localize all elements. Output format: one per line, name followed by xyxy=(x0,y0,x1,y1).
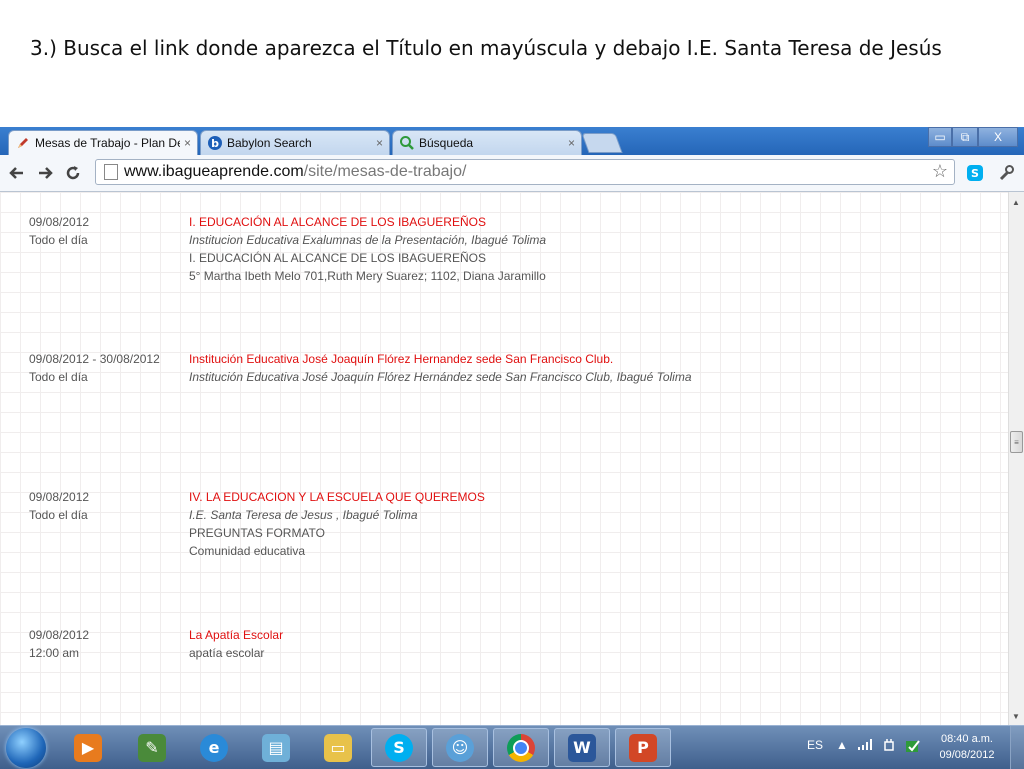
taskbar-app-skype[interactable]: S xyxy=(371,728,427,767)
svg-text:b: b xyxy=(211,137,219,150)
close-icon[interactable]: × xyxy=(184,136,191,150)
notepad-icon: ▤ xyxy=(262,733,290,762)
pencil-icon xyxy=(15,135,31,151)
event-title-link[interactable]: La Apatía Escolar xyxy=(189,628,283,646)
vertical-scrollbar[interactable]: ▲ ≡ ▼ xyxy=(1008,192,1024,725)
address-bar[interactable]: www.ibagueaprende.com/site/mesas-de-trab… xyxy=(95,159,955,185)
clock-time: 08:40 a.m. xyxy=(941,733,993,745)
browser-toolbar: www.ibagueaprende.com/site/mesas-de-trab… xyxy=(0,155,1024,192)
new-tab-button[interactable] xyxy=(581,133,623,153)
network-signal-icon[interactable] xyxy=(858,738,874,753)
scroll-down-arrow-icon[interactable]: ▼ xyxy=(1012,712,1020,721)
show-hidden-icons-chevron-icon[interactable]: ▲ xyxy=(836,738,848,752)
scroll-thumb[interactable]: ≡ xyxy=(1010,431,1023,453)
event-detail: Comunidad educativa xyxy=(189,544,306,558)
reload-icon xyxy=(66,166,80,180)
event-location: Institución Educativa José Joaquín Flóre… xyxy=(189,370,692,384)
arrow-right-icon xyxy=(39,167,53,179)
language-indicator[interactable]: ES xyxy=(807,738,823,752)
svg-text:S: S xyxy=(971,167,979,180)
close-icon[interactable]: × xyxy=(568,136,575,150)
skype-extension-icon[interactable]: S xyxy=(965,163,985,183)
event-detail: apatía escolar xyxy=(189,646,265,660)
event-date: 09/08/2012 - 30/08/2012 xyxy=(29,352,160,366)
event-detail: I. EDUCACIÓN AL ALCANCE DE LOS IBAGUEREÑ… xyxy=(189,251,486,265)
internet-explorer-icon: e xyxy=(200,733,228,762)
forward-button[interactable] xyxy=(34,162,56,184)
page-icon xyxy=(104,164,118,180)
tab-busqueda[interactable]: Búsqueda × xyxy=(392,130,582,155)
minimize-button[interactable]: ▭ xyxy=(928,127,952,147)
word-icon: W xyxy=(568,733,596,762)
file-explorer-icon: ▭ xyxy=(324,733,352,762)
event-date: 09/08/2012 xyxy=(29,490,90,504)
tab-label: Babylon Search xyxy=(227,136,312,150)
event-date: 09/08/2012 xyxy=(29,628,90,642)
close-icon[interactable]: × xyxy=(376,136,383,150)
event-detail: 5° Martha Ibeth Melo 701,Ruth Mery Suare… xyxy=(189,269,546,283)
event-location: I.E. Santa Teresa de Jesus , Ibagué Toli… xyxy=(189,508,418,522)
taskbar-app-file-explorer[interactable]: ▭ xyxy=(310,728,366,767)
event-time: Todo el día xyxy=(29,370,88,384)
scroll-up-arrow-icon[interactable]: ▲ xyxy=(1012,198,1020,207)
tab-label: Búsqueda xyxy=(419,136,474,150)
windows-media-player-icon: ▶ xyxy=(74,733,102,762)
search-icon xyxy=(399,135,415,151)
event-detail: PREGUNTAS FORMATO xyxy=(189,526,326,540)
bookmark-star-icon[interactable]: ☆ xyxy=(932,161,948,182)
event-date: 09/08/2012 xyxy=(29,215,90,229)
taskbar-app-internet-explorer[interactable]: e xyxy=(186,728,242,767)
event-time: Todo el día xyxy=(29,508,88,522)
event-title-link[interactable]: Institución Educativa José Joaquín Flóre… xyxy=(189,352,692,370)
close-window-button[interactable]: X xyxy=(978,127,1018,147)
browser-window: Mesas de Trabajo - Plan De × b Babylon S… xyxy=(0,127,1024,725)
show-desktop-button[interactable] xyxy=(1010,726,1024,769)
messenger-icon: ☺ xyxy=(446,733,474,762)
tab-strip: Mesas de Trabajo - Plan De × b Babylon S… xyxy=(0,127,1024,155)
event-time: Todo el día xyxy=(29,233,88,247)
taskbar-app-notepad[interactable]: ▤ xyxy=(248,728,304,767)
taskbar-app-paint-tool[interactable]: ✎ xyxy=(124,728,180,767)
event-time: 12:00 am xyxy=(29,646,80,660)
taskbar-app-media-player[interactable]: ▶ xyxy=(60,728,116,767)
babylon-icon: b xyxy=(207,135,223,151)
power-plug-icon[interactable] xyxy=(882,738,896,755)
tab-mesas-de-trabajo[interactable]: Mesas de Trabajo - Plan De × xyxy=(8,130,198,155)
taskbar-app-chrome[interactable] xyxy=(493,728,549,767)
slide-instruction: 3.) Busca el link donde aparezca el Títu… xyxy=(30,36,942,60)
system-clock[interactable]: 08:40 a.m. 09/08/2012 xyxy=(926,731,1008,763)
paint-tool-icon: ✎ xyxy=(138,733,166,762)
reload-button[interactable] xyxy=(62,162,84,184)
taskbar-app-word[interactable]: W xyxy=(554,728,610,767)
url-host: www.ibagueaprende.com xyxy=(124,163,304,180)
arrow-left-icon xyxy=(9,167,23,179)
powerpoint-icon: P xyxy=(629,733,657,762)
tab-babylon-search[interactable]: b Babylon Search × xyxy=(200,130,390,155)
chrome-icon xyxy=(507,733,535,762)
taskbar-app-messenger[interactable]: ☺ xyxy=(432,728,488,767)
skype-icon: S xyxy=(385,733,413,762)
back-button[interactable] xyxy=(6,162,28,184)
start-button[interactable] xyxy=(6,728,46,768)
taskbar-app-powerpoint[interactable]: P xyxy=(615,728,671,767)
windows-taskbar: ▶ ✎ e ▤ ▭ S ☺ W P ES ▲ 08:40 a.m. 09/08/… xyxy=(0,725,1024,769)
event-title-link[interactable]: I. EDUCACIÓN AL ALCANCE DE LOS IBAGUEREÑ… xyxy=(189,215,546,233)
clock-date: 09/08/2012 xyxy=(939,749,995,761)
event-title-link[interactable]: IV. LA EDUCACION Y LA ESCUELA QUE QUEREM… xyxy=(189,490,485,508)
maximize-button[interactable]: ⧉ xyxy=(952,127,978,147)
tab-label: Mesas de Trabajo - Plan De xyxy=(35,136,180,150)
wrench-icon[interactable] xyxy=(996,163,1016,183)
page-content: 09/08/2012 Todo el día I. EDUCACIÓN AL A… xyxy=(0,192,1008,725)
url-path: /site/mesas-de-trabajo/ xyxy=(303,163,467,180)
action-center-flag-icon[interactable] xyxy=(905,738,921,757)
event-location: Institucion Educativa Exalumnas de la Pr… xyxy=(189,233,547,247)
